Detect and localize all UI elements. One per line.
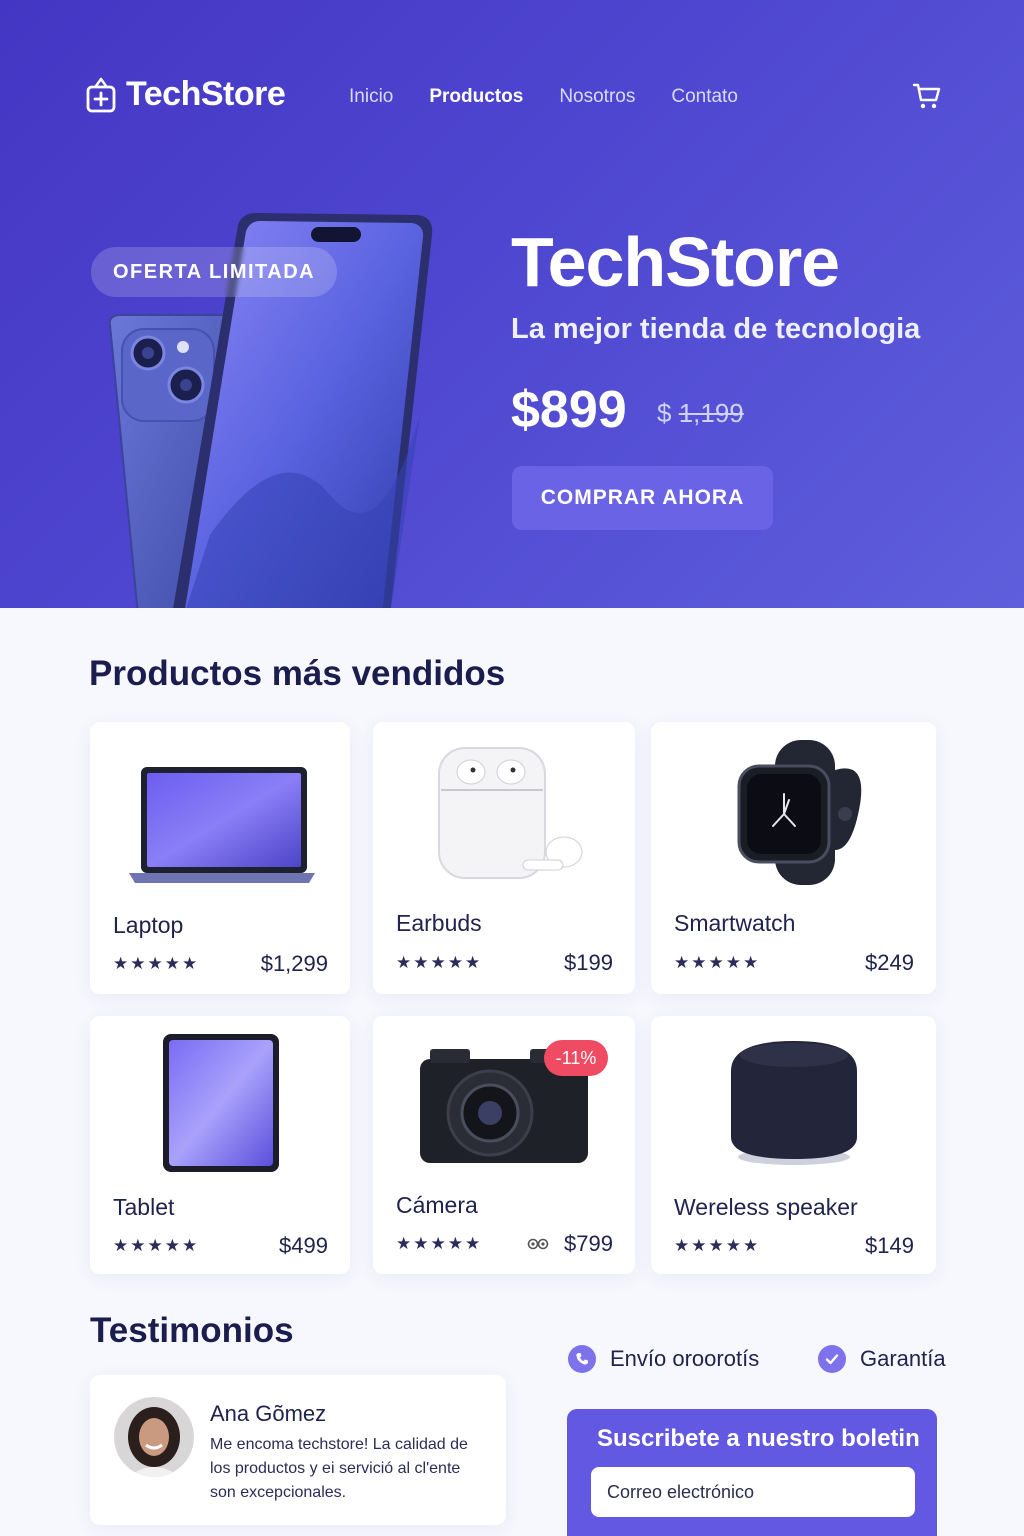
rating-stars: ★★★★★: [113, 1236, 200, 1255]
tablet-image: [90, 1016, 350, 1186]
hero-title: TechStore: [511, 223, 840, 301]
hero-old-price: $ 1,199: [657, 398, 744, 429]
laptop-image: [90, 722, 350, 902]
nav-link-nosotros[interactable]: Nosotros: [559, 86, 635, 108]
earbuds-icon: [438, 747, 583, 879]
phone-icon: [568, 1345, 596, 1373]
feature-label: Envío oroorotís: [610, 1346, 760, 1371]
product-card-smartwatch[interactable]: Smartwatch ★★★★★ $249: [651, 722, 936, 994]
newsletter-box: Suscribete a nuestro boletin: [567, 1409, 937, 1536]
product-card-camera[interactable]: -11% Cámera ★★★★★ $799: [373, 1016, 635, 1274]
feature-warranty: Garantía: [818, 1345, 946, 1373]
view-icon: [527, 1238, 549, 1250]
rating-stars: ★★★★★: [674, 953, 761, 972]
avatar-image: [114, 1397, 194, 1477]
product-name: Tablet: [113, 1194, 175, 1220]
discount-badge: -11%: [544, 1040, 608, 1076]
products-section-title: Productos más vendidos: [89, 654, 506, 693]
laptop-icon: [129, 767, 315, 883]
product-card-laptop[interactable]: Laptop ★★★★★ $1,299: [90, 722, 350, 994]
feature-label: Garantía: [860, 1346, 946, 1371]
product-name: Smartwatch: [674, 910, 796, 936]
smartwatch-image: [651, 722, 936, 902]
smartwatch-icon: [737, 739, 861, 885]
newsletter-title: Suscribete a nuestro boletin: [597, 1425, 920, 1452]
product-card-speaker[interactable]: Wereless speaker ★★★★★ $149: [651, 1016, 936, 1274]
testimonials-title: Testimonios: [90, 1311, 294, 1350]
feature-shipping: Envío oroorotís: [568, 1345, 759, 1373]
product-name: Laptop: [113, 912, 184, 938]
product-price: $499: [279, 1233, 328, 1258]
product-name: Cámera: [396, 1192, 478, 1218]
old-price-value: 1,199: [678, 398, 744, 428]
check-icon: [818, 1345, 846, 1373]
nav-link-inicio[interactable]: Inicio: [349, 86, 393, 108]
product-price: $199: [564, 950, 613, 975]
rating-stars: ★★★★★: [396, 953, 483, 972]
rating-stars: ★★★★★: [396, 1234, 483, 1253]
hero-section: TechStore Inicio Productos Nosotros Cont…: [0, 0, 1024, 608]
product-card-earbuds[interactable]: Earbuds ★★★★★ $199: [373, 722, 635, 994]
nav-link-productos[interactable]: Productos: [429, 86, 523, 108]
product-price: $799: [564, 1231, 613, 1256]
product-name: Earbuds: [396, 910, 482, 936]
rating-stars: ★★★★★: [674, 1236, 761, 1255]
old-price-symbol: $: [657, 398, 672, 428]
testimonial-text: Me encoma techstore! La calidad de los p…: [210, 1436, 468, 1501]
brand-logo[interactable]: TechStore: [86, 74, 286, 114]
product-name: Wereless speaker: [674, 1194, 858, 1220]
hero-subtitle: La mejor tienda de tecnologia: [511, 313, 921, 345]
speaker-image: [651, 1016, 936, 1186]
product-card-tablet[interactable]: Tablet ★★★★★ $499: [90, 1016, 350, 1274]
product-price: $249: [865, 950, 914, 975]
testimonial-card: Ana Gõmez Me encoma techstore! La calida…: [90, 1375, 506, 1525]
tablet-icon: [163, 1034, 279, 1172]
cart-icon[interactable]: [912, 82, 942, 110]
email-field[interactable]: [591, 1467, 915, 1517]
earbuds-image: [373, 722, 635, 902]
product-price: $1,299: [260, 951, 328, 976]
product-price: $149: [865, 1233, 914, 1258]
buy-now-button[interactable]: COMPRAR AHORA: [512, 466, 773, 530]
avatar: [114, 1397, 194, 1477]
shopping-bag-plus-icon: [86, 77, 116, 113]
speaker-icon: [730, 1041, 857, 1165]
hero-price: $899: [511, 381, 627, 439]
nav-links: Inicio Productos Nosotros Contato: [349, 86, 738, 108]
testimonial-author: Ana Gõmez: [210, 1401, 327, 1426]
limited-offer-badge: OFERTA LIMITADA: [91, 247, 338, 297]
nav-link-contato[interactable]: Contato: [671, 86, 738, 108]
brand-name: TechStore: [126, 74, 286, 113]
top-nav: TechStore Inicio Productos Nosotros Cont…: [0, 0, 1024, 190]
rating-stars: ★★★★★: [113, 954, 200, 973]
